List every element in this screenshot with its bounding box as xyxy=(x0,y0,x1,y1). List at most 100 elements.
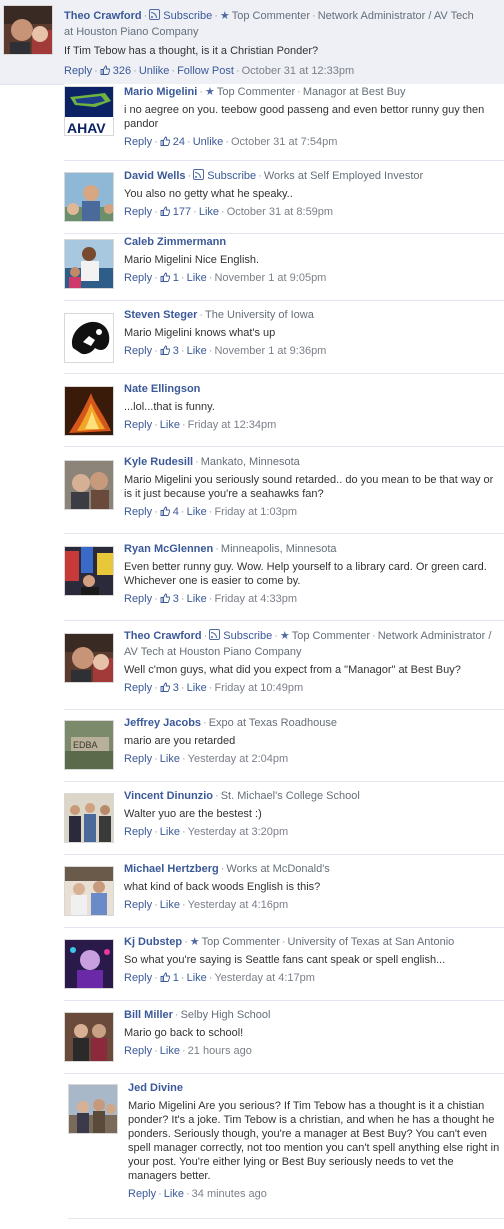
timestamp[interactable]: 34 minutes ago xyxy=(192,1188,267,1200)
author-work: Expo at Texas Roadhouse xyxy=(208,717,337,729)
avatar[interactable] xyxy=(64,386,114,436)
like-count[interactable]: 1 xyxy=(160,272,179,284)
author-name[interactable]: David Wells xyxy=(124,170,186,182)
timestamp[interactable]: Yesterday at 2:04pm xyxy=(188,753,289,765)
author-name[interactable]: Ryan McGlennen xyxy=(124,543,213,555)
timestamp[interactable]: 21 hours ago xyxy=(188,1045,252,1057)
author-name[interactable]: Bill Miller xyxy=(124,1009,173,1021)
reply-link[interactable]: Reply xyxy=(124,345,152,357)
author-name[interactable]: Michael Hertzberg xyxy=(124,863,219,875)
reply-link[interactable]: Reply xyxy=(124,682,152,694)
author-name[interactable]: Nate Ellingson xyxy=(124,383,200,395)
subscribe-link[interactable]: Subscribe xyxy=(223,630,272,642)
reply-link[interactable]: Reply xyxy=(124,899,152,911)
author-name[interactable]: Jed Divine xyxy=(128,1082,183,1094)
like-count[interactable]: 3 xyxy=(160,345,179,357)
author-name[interactable]: Steven Steger xyxy=(124,309,197,321)
timestamp[interactable]: Friday at 10:49pm xyxy=(214,682,303,694)
avatar[interactable] xyxy=(64,239,114,289)
like-toggle-link[interactable]: Like xyxy=(187,345,207,357)
reply-link[interactable]: Reply xyxy=(124,826,152,838)
avatar[interactable] xyxy=(64,939,114,989)
like-toggle-link[interactable]: Like xyxy=(160,826,180,838)
timestamp[interactable]: Friday at 4:33pm xyxy=(214,593,297,605)
author-name[interactable]: Vincent Dinunzio xyxy=(124,790,213,802)
avatar[interactable] xyxy=(64,172,114,222)
reply-link[interactable]: Reply xyxy=(124,419,152,431)
like-count[interactable]: 24 xyxy=(160,136,185,148)
reply-link[interactable]: Reply xyxy=(124,1045,152,1057)
author-name[interactable]: Kyle Rudesill xyxy=(124,456,193,468)
like-count-value: 4 xyxy=(172,506,179,518)
like-count[interactable]: 3 xyxy=(160,593,179,605)
timestamp[interactable]: November 1 at 9:05pm xyxy=(214,272,326,284)
like-count-value: 3 xyxy=(172,593,179,605)
timestamp[interactable]: November 1 at 9:36pm xyxy=(214,345,326,357)
like-toggle-link[interactable]: Like xyxy=(160,753,180,765)
author-work: Network Administrator / AV Tech xyxy=(317,10,474,22)
like-toggle-link[interactable]: Like xyxy=(160,419,180,431)
reply-link[interactable]: Reply xyxy=(124,593,152,605)
like-toggle-link[interactable]: Like xyxy=(160,899,180,911)
timestamp[interactable]: Yesterday at 4:16pm xyxy=(188,899,289,911)
avatar[interactable] xyxy=(68,1084,118,1134)
follow-post-link[interactable]: Follow Post xyxy=(177,65,234,77)
reply-link[interactable]: Reply xyxy=(64,65,92,77)
reply-link[interactable]: Reply xyxy=(124,506,152,518)
timestamp[interactable]: October 31 at 7:54pm xyxy=(231,136,337,148)
avatar[interactable] xyxy=(64,460,114,510)
avatar[interactable] xyxy=(64,793,114,843)
reply-link[interactable]: Reply xyxy=(124,272,152,284)
like-count[interactable]: 3 xyxy=(160,682,179,694)
author-name[interactable]: Theo Crawford xyxy=(124,630,202,642)
unlike-link[interactable]: Unlike xyxy=(139,65,170,77)
like-toggle-link[interactable]: Like xyxy=(187,506,207,518)
reply-link[interactable]: Reply xyxy=(124,136,152,148)
like-toggle-link[interactable]: Like xyxy=(187,682,207,694)
like-toggle-link[interactable]: Unlike xyxy=(193,136,224,148)
author-name[interactable]: Theo Crawford xyxy=(64,10,142,22)
timestamp[interactable]: October 31 at 12:33pm xyxy=(242,65,355,77)
avatar[interactable]: EDBA xyxy=(64,720,114,770)
timestamp[interactable]: October 31 at 8:59pm xyxy=(227,206,333,218)
avatar[interactable] xyxy=(3,5,53,55)
timestamp[interactable]: Friday at 1:03pm xyxy=(214,506,297,518)
timestamp[interactable]: Yesterday at 4:17pm xyxy=(214,972,315,984)
reply-link[interactable]: Reply xyxy=(124,206,152,218)
author-name[interactable]: Caleb Zimmermann xyxy=(124,236,226,248)
author-name[interactable]: Jeffrey Jacobs xyxy=(124,717,201,729)
like-count[interactable]: 4 xyxy=(160,506,179,518)
author-name[interactable]: Mario Migelini xyxy=(124,86,197,98)
like-count[interactable]: 326 xyxy=(100,65,131,77)
comment-actions: Reply · Like · Friday at 12:34pm xyxy=(124,419,277,431)
comment-text: Mario go back to school! xyxy=(124,1027,244,1039)
avatar[interactable] xyxy=(64,546,114,596)
avatar[interactable]: AHAV xyxy=(64,86,114,136)
avatar[interactable] xyxy=(64,866,114,916)
author-name[interactable]: Kj Dubstep xyxy=(124,936,182,948)
like-toggle-link[interactable]: Like xyxy=(187,593,207,605)
avatar[interactable] xyxy=(64,633,114,683)
like-toggle-link[interactable]: Like xyxy=(199,206,219,218)
avatar[interactable] xyxy=(64,313,114,363)
reply-item: AHAV Mario Migelini · ★ Top Commenter · Manag… xyxy=(64,84,504,161)
like-toggle-link[interactable]: Like xyxy=(160,1045,180,1057)
reply-link[interactable]: Reply xyxy=(128,1188,156,1200)
subscribe-link[interactable]: Subscribe xyxy=(207,170,256,182)
like-count-value: 326 xyxy=(112,65,132,77)
like-toggle-link[interactable]: Like xyxy=(187,272,207,284)
comment-meta: Ryan McGlennen · Minneapolis, Minnesota xyxy=(124,543,337,555)
avatar[interactable] xyxy=(64,1012,114,1062)
like-toggle-link[interactable]: Like xyxy=(187,972,207,984)
reply-link[interactable]: Reply xyxy=(124,753,152,765)
like-count[interactable]: 1 xyxy=(160,972,179,984)
comment-actions: Reply · 3 · Like · Friday at 10:49pm xyxy=(124,682,304,694)
timestamp[interactable]: Friday at 12:34pm xyxy=(188,419,277,431)
subscribe-icon xyxy=(193,169,205,180)
like-toggle-link[interactable]: Like xyxy=(164,1188,184,1200)
like-count[interactable]: 177 xyxy=(160,206,191,218)
subscribe-link[interactable]: Subscribe xyxy=(163,10,212,22)
reply-link[interactable]: Reply xyxy=(124,972,152,984)
like-count-value: 177 xyxy=(172,206,192,218)
timestamp[interactable]: Yesterday at 3:20pm xyxy=(188,826,289,838)
